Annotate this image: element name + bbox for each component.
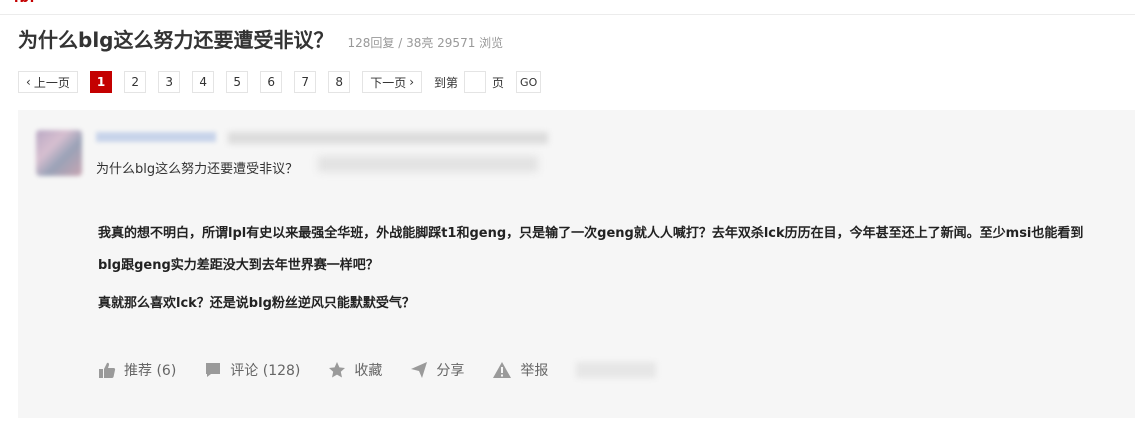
chevron-right-icon: › [409, 75, 415, 89]
page-button-6[interactable]: 6 [260, 71, 283, 93]
blurred-action [576, 362, 657, 378]
post-actions: 推荐 (6) 评论 (128) 收藏 分享 举报 [98, 360, 657, 380]
top-nav-cutoff: lbl [0, 0, 1135, 15]
top-nav-text: lbl [14, 0, 35, 6]
username-blurred [96, 132, 216, 142]
report-label: 举报 [520, 363, 549, 379]
thumbs-up-icon [99, 362, 116, 378]
page-button-3[interactable]: 3 [158, 71, 181, 93]
share-label: 分享 [436, 363, 465, 379]
post-body: 我真的想不明白，所谓lpl有史以来最强全华班，外战能脚踩t1和geng，只是输了… [98, 218, 1098, 320]
goto-label: 到第 [434, 75, 459, 90]
prev-page-label: 上一页 [33, 75, 70, 90]
prev-page-button[interactable]: ‹ 上一页 [18, 71, 78, 93]
post-paragraph-1: 我真的想不明白，所谓lpl有史以来最强全华班，外战能脚踩t1和geng，只是输了… [98, 226, 1084, 273]
recommend-label: 推荐 (6) [124, 363, 177, 379]
post-meta-blurred [318, 156, 538, 172]
post-stats: 128回复 / 38亮 29571 浏览 [347, 36, 504, 50]
avatar[interactable] [36, 130, 82, 176]
comment-label: 评论 (128) [230, 363, 301, 379]
page-button-8[interactable]: 8 [328, 71, 351, 93]
comment-button[interactable]: 评论 (128) [204, 360, 300, 380]
post-header: 为什么blg这么努力还要遭受非议？ 128回复 / 38亮 29571 浏览 [18, 24, 503, 53]
next-page-label: 下一页 [370, 75, 407, 90]
page-button-2[interactable]: 2 [124, 71, 147, 93]
post-title: 为什么blg这么努力还要遭受非议？ [18, 28, 334, 52]
go-button[interactable]: GO [516, 71, 542, 93]
pagination: ‹ 上一页 1 2 3 4 5 6 7 8 下一页 › 到第 页 GO [18, 70, 542, 94]
post-card: 为什么blg这么努力还要遭受非议？ 我真的想不明白，所谓lpl有史以来最强全华班… [18, 110, 1135, 418]
warning-icon [493, 362, 512, 378]
comment-icon [206, 363, 221, 377]
favorite-button[interactable]: 收藏 [328, 360, 382, 380]
page-button-1[interactable]: 1 [89, 71, 113, 93]
page-button-4[interactable]: 4 [192, 71, 215, 93]
page-button-5[interactable]: 5 [226, 71, 249, 93]
share-icon [411, 362, 428, 378]
page-suffix-label: 页 [492, 75, 505, 90]
report-button[interactable]: 举报 [492, 360, 548, 380]
share-button[interactable]: 分享 [410, 360, 464, 380]
page-number-input[interactable] [464, 71, 487, 93]
page-button-7[interactable]: 7 [294, 71, 317, 93]
user-meta-blurred [228, 132, 548, 144]
star-icon [329, 362, 346, 378]
chevron-left-icon: ‹ [26, 75, 31, 89]
next-page-button[interactable]: 下一页 › [362, 71, 423, 93]
recommend-button[interactable]: 推荐 (6) [98, 360, 176, 380]
favorite-label: 收藏 [354, 363, 383, 379]
post-paragraph-2: 真就那么喜欢lck？还是说blg粉丝逆风只能默默受气？ [98, 296, 415, 311]
post-subtitle: 为什么blg这么努力还要遭受非议？ [96, 162, 299, 177]
